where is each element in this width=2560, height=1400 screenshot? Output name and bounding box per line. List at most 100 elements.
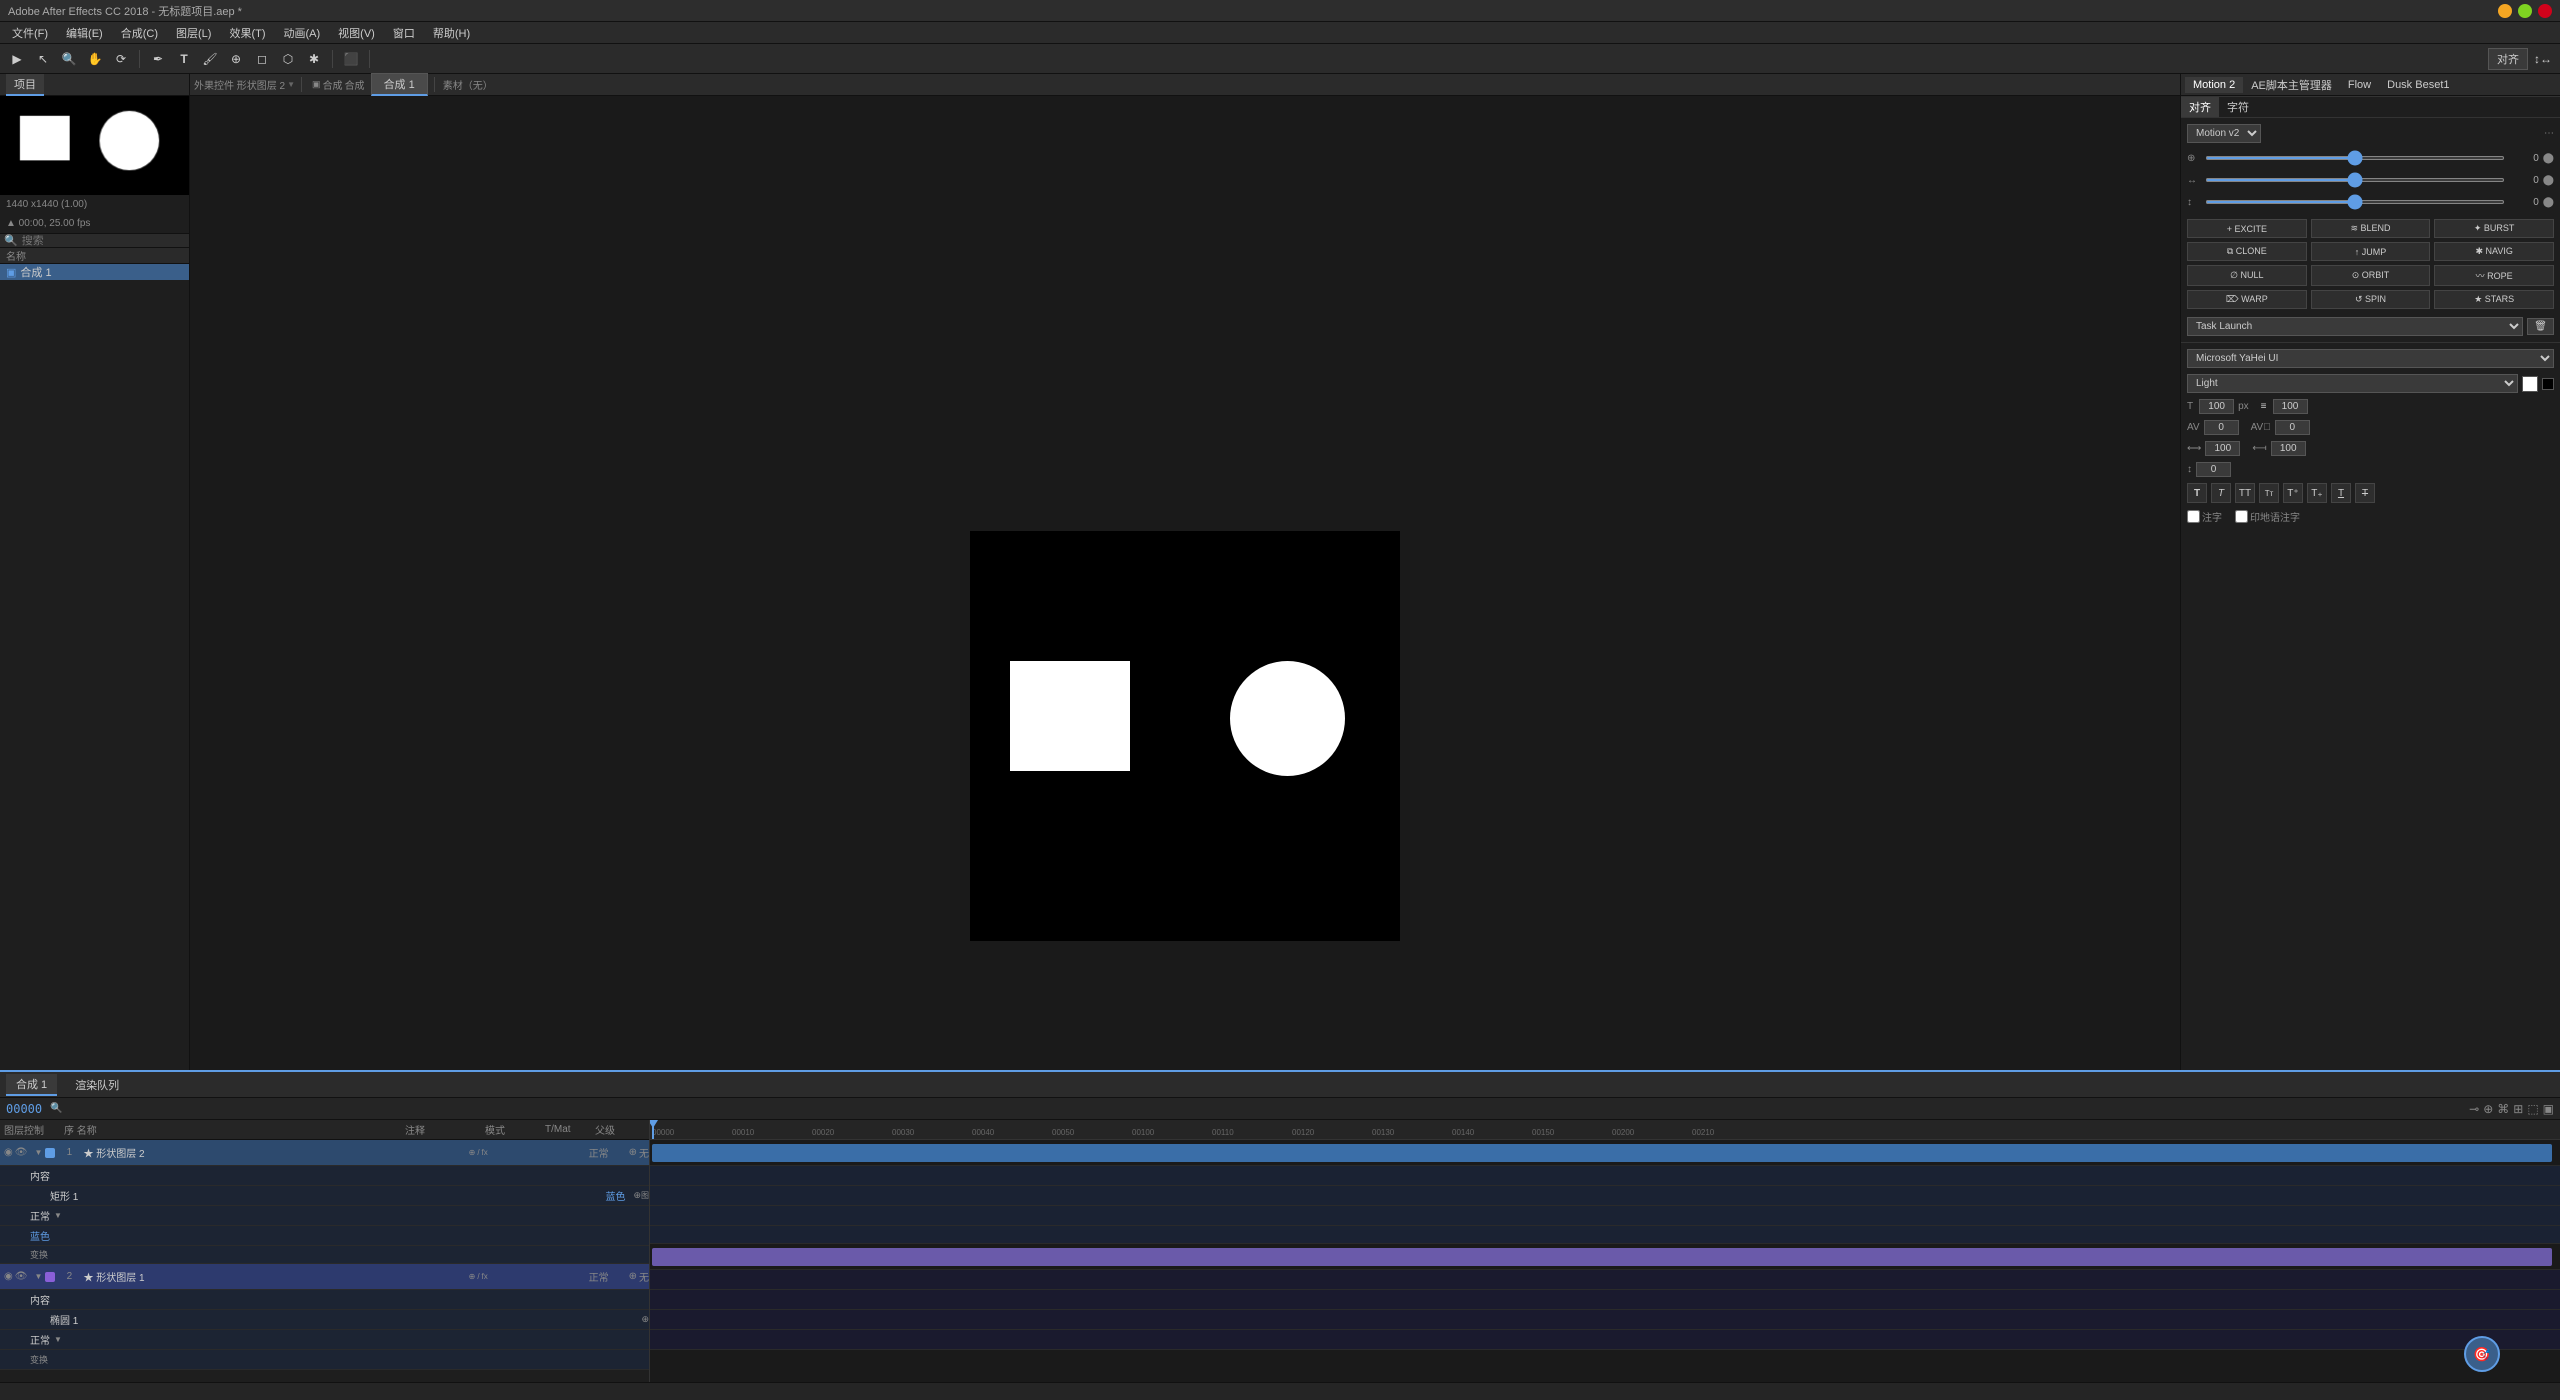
btn-navig[interactable]: ✱ NAVIG — [2434, 242, 2554, 261]
tool-eraser[interactable]: ◻ — [251, 48, 273, 70]
italic-btn[interactable]: T — [2211, 483, 2231, 503]
timeline-tool-4[interactable]: ⊞ — [2513, 1102, 2523, 1116]
super-btn[interactable]: T⁺ — [2283, 483, 2303, 503]
small-caps-btn[interactable]: Tᴛ — [2259, 483, 2279, 503]
minimize-button[interactable] — [2498, 4, 2512, 18]
motion-version-select[interactable]: Motion v2 — [2187, 124, 2261, 143]
btn-rope[interactable]: 〰 ROPE — [2434, 265, 2554, 286]
search-layers-btn[interactable]: 🔍 — [50, 1103, 62, 1114]
slider-btn-2[interactable]: ⬤ — [2543, 175, 2554, 186]
tracking-input[interactable] — [2275, 420, 2310, 435]
align-button[interactable]: 对齐 — [2488, 48, 2528, 70]
baseline-input[interactable] — [2196, 462, 2231, 477]
menu-view[interactable]: 视图(V) — [330, 23, 383, 43]
timeline-tracks[interactable]: 00000 00010 00020 00030 00040 00050 0010… — [650, 1120, 2560, 1382]
switch-2[interactable]: / — [477, 1148, 479, 1157]
tool-pen[interactable]: ✒ — [147, 48, 169, 70]
menu-edit[interactable]: 编辑(E) — [58, 23, 111, 43]
menu-window[interactable]: 窗口 — [385, 23, 423, 43]
layer-1-expand[interactable]: ▼ — [31, 1146, 45, 1160]
rect-opacity-1[interactable]: 图 — [641, 1190, 649, 1201]
strike-btn[interactable]: T — [2355, 483, 2375, 503]
btn-burst[interactable]: ✦ BURST — [2434, 219, 2554, 238]
slider-btn-1[interactable]: ⬤ — [2543, 153, 2554, 164]
project-search-input[interactable] — [22, 235, 185, 247]
playhead[interactable] — [652, 1120, 654, 1139]
timeline-comp-tab[interactable]: 合成 1 — [6, 1074, 57, 1096]
marker-icon[interactable]: 🎯 — [2464, 1336, 2500, 1372]
flow-tab[interactable]: Flow — [2340, 77, 2379, 93]
solo-icon-1[interactable]: ◉ — [4, 1147, 13, 1158]
tool-text[interactable]: T — [173, 48, 195, 70]
solo-icon-2[interactable]: ◉ — [4, 1271, 13, 1282]
menu-file[interactable]: 文件(F) — [4, 23, 56, 43]
sub-btn[interactable]: T₊ — [2307, 483, 2327, 503]
tool-roto[interactable]: ⬡ — [277, 48, 299, 70]
switch-4[interactable]: ⊕ — [469, 1272, 476, 1281]
font-style-select[interactable]: Light Regular Bold — [2187, 374, 2518, 393]
timeline-tool-6[interactable]: ▣ — [2543, 1102, 2554, 1116]
comp-tab-active[interactable]: 合成 1 — [371, 73, 428, 96]
font-size-input[interactable] — [2199, 399, 2234, 414]
leading-input[interactable] — [2273, 399, 2308, 414]
btn-jump[interactable]: ↑ JUMP — [2311, 242, 2431, 261]
ae-tab[interactable]: AE脚本主管理器 — [2243, 75, 2340, 95]
close-button[interactable] — [2538, 4, 2552, 18]
text-stroke-swatch[interactable] — [2542, 378, 2554, 390]
btn-blend[interactable]: ≋ BLEND — [2311, 219, 2431, 238]
tool-zoom-in[interactable]: 🔍 — [58, 48, 80, 70]
character-tab[interactable]: 字符 — [2219, 97, 2257, 117]
eye-icon-2[interactable]: 👁 — [15, 1271, 28, 1282]
slider-3[interactable] — [2205, 200, 2505, 204]
tool-hand[interactable]: ✋ — [84, 48, 106, 70]
task-launch-btn[interactable]: 🗑 — [2527, 318, 2554, 335]
maximize-button[interactable] — [2518, 4, 2532, 18]
eye-icon-1[interactable]: 👁 — [15, 1147, 28, 1158]
dusk-tab[interactable]: Dusk Beset1 — [2379, 77, 2457, 93]
scale-h-input[interactable] — [2205, 441, 2240, 456]
caps-btn[interactable]: TT — [2235, 483, 2255, 503]
underline-btn[interactable]: T — [2331, 483, 2351, 503]
btn-clone[interactable]: ⧉ CLONE — [2187, 242, 2307, 261]
align-tab[interactable]: 对齐 — [2181, 97, 2219, 117]
layer-row-2[interactable]: ◉ 👁 ▼ 2 ★ 形状图层 1 ⊕ / fx 正常 ⊕ 无 — [0, 1264, 649, 1290]
switch-3[interactable]: fx — [482, 1148, 488, 1157]
motion-tab[interactable]: Motion 2 — [2185, 77, 2243, 93]
menu-comp[interactable]: 合成(C) — [113, 23, 166, 43]
tool-rotate[interactable]: ⟳ — [110, 48, 132, 70]
menu-layer[interactable]: 图层(L) — [168, 23, 219, 43]
slider-btn-3[interactable]: ⬤ — [2543, 197, 2554, 208]
hindi-checkbox[interactable] — [2235, 510, 2248, 523]
kerning-input[interactable] — [2204, 420, 2239, 435]
tool-arrow[interactable]: ↖ — [32, 48, 54, 70]
btn-null[interactable]: ∅ NULL — [2187, 265, 2307, 286]
timeline-tool-5[interactable]: ⬚ — [2527, 1102, 2538, 1116]
tool-shape[interactable]: ⬛ — [340, 48, 362, 70]
switch-6[interactable]: fx — [482, 1272, 488, 1281]
slider-1[interactable] — [2205, 156, 2505, 160]
menu-help[interactable]: 帮助(H) — [425, 23, 478, 43]
ruby-checkbox[interactable] — [2187, 510, 2200, 523]
tool-puppet[interactable]: ✱ — [303, 48, 325, 70]
menu-animation[interactable]: 动画(A) — [276, 23, 329, 43]
tool-extra[interactable]: ↕↔ — [2532, 48, 2554, 70]
switch-5[interactable]: / — [477, 1272, 479, 1281]
tool-select[interactable]: ▶ — [6, 48, 28, 70]
layer-1-mode[interactable]: 正常 — [569, 1145, 629, 1160]
font-select[interactable]: Microsoft YaHei UI — [2187, 349, 2554, 368]
task-launch-select[interactable]: Task Launch — [2187, 317, 2523, 336]
layer-2-mode[interactable]: 正常 — [569, 1269, 629, 1284]
layer-row-1[interactable]: ◉ 👁 ▼ 1 ★ 形状图层 2 ⊕ / fx 正常 ⊕ 无 — [0, 1140, 649, 1166]
btn-stars[interactable]: ★ STARS — [2434, 290, 2554, 309]
tool-clone[interactable]: ⊕ — [225, 48, 247, 70]
timeline-tool-2[interactable]: ⊕ — [2483, 1102, 2493, 1116]
text-color-swatch[interactable] — [2522, 376, 2538, 392]
layer-2-expand[interactable]: ▼ — [31, 1270, 45, 1284]
btn-spin[interactable]: ↺ SPIN — [2311, 290, 2431, 309]
project-item-comp1[interactable]: ▣ 合成 1 — [0, 264, 189, 280]
timeline-tool-1[interactable]: ⊸ — [2469, 1102, 2479, 1116]
btn-warp[interactable]: ⌦ WARP — [2187, 290, 2307, 309]
scale-v-input[interactable] — [2271, 441, 2306, 456]
btn-excite[interactable]: + EXCITE — [2187, 219, 2307, 238]
switch-1[interactable]: ⊕ — [469, 1148, 476, 1157]
